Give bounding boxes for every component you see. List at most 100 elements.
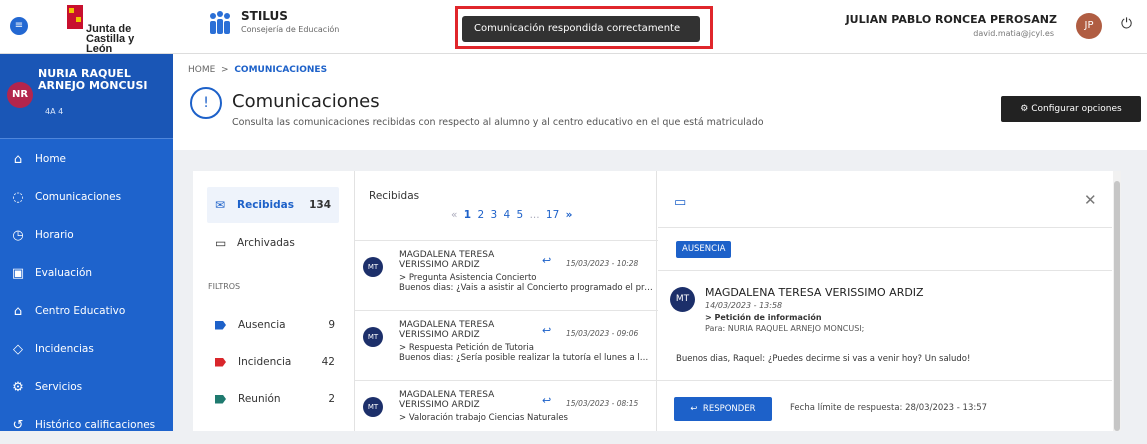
detail-date: 14/03/2023 - 13:58 xyxy=(705,301,783,310)
message-preview: Buenos dias: ¿Sería posible realizar la … xyxy=(399,353,653,363)
replied-icon: ↩ xyxy=(542,254,552,267)
message-subject: > Respuesta Petición de Tutoria xyxy=(399,343,534,353)
list-title: Recibidas xyxy=(369,190,420,202)
menu-icon[interactable]: ≡ xyxy=(10,17,28,35)
sidebar-item-evaluacion[interactable]: ▣ Evaluación xyxy=(0,254,173,292)
message-sender: MAGDALENA TERESA VERISSIMO ARDIZ xyxy=(399,250,495,270)
message-detail: ▭ ✕ AUSENCIA MT MAGDALENA TERESA VERISSI… xyxy=(658,171,1115,431)
list-item[interactable]: MT MAGDALENA TERESA VERISSIMO ARDIZ ↩ 15… xyxy=(355,310,658,380)
chat-icon: ◌ xyxy=(12,189,24,205)
folder-archivadas[interactable]: ▭ Archivadas xyxy=(207,225,339,261)
folder-recibidas[interactable]: ✉ Recibidas 134 xyxy=(207,187,339,223)
pager-page[interactable]: 3 xyxy=(490,209,497,221)
replied-icon: ↩ xyxy=(542,394,552,407)
user-avatar[interactable]: JP xyxy=(1076,13,1102,39)
scrollbar[interactable] xyxy=(1113,171,1121,431)
mail-icon: ✉ xyxy=(215,198,226,212)
sidebar-item-label: Centro Educativo xyxy=(35,305,126,317)
sender-avatar: MT xyxy=(363,397,383,417)
page-header: HOME > COMUNICACIONES ! Comunicaciones C… xyxy=(173,54,1147,150)
jcyl-logo[interactable]: Junta de Castilla y León xyxy=(66,4,146,55)
stilus-logo-icon xyxy=(210,11,230,34)
archive-icon[interactable]: ▭ xyxy=(674,195,686,210)
home-icon: ⌂ xyxy=(13,151,23,167)
folder-count: 134 xyxy=(309,199,331,211)
student-name: NURIA RAQUEL ARNEJO MONCUSI xyxy=(38,67,148,92)
pager-page[interactable]: 5 xyxy=(517,209,524,221)
reply-icon: ↩ xyxy=(690,404,698,414)
tag-icon xyxy=(215,394,226,404)
sidebar-item-incidencias[interactable]: ◇ Incidencias xyxy=(0,330,173,368)
gear-icon: ⚙ xyxy=(1020,104,1029,114)
pager-prev[interactable]: « xyxy=(451,209,457,221)
breadcrumb-separator: > xyxy=(221,65,229,75)
reply-deadline: Fecha límite de respuesta: 28/03/2023 - … xyxy=(790,403,988,413)
sidebar-nav: ⌂ Home ◌ Comunicaciones ◷ Horario ▣ Evaluaci… xyxy=(0,140,173,444)
sidebar-item-label: Evaluación xyxy=(35,267,93,279)
message-sender: MAGDALENA TERESA VERISSIMO ARDIZ xyxy=(399,320,495,340)
close-icon[interactable]: ✕ xyxy=(1084,191,1097,209)
pager-next[interactable]: » xyxy=(566,209,573,221)
sidebar-item-label: Horario xyxy=(35,229,74,241)
pager-page[interactable]: 2 xyxy=(477,209,484,221)
filter-reunion[interactable]: Reunión 2 xyxy=(215,389,335,409)
message-date: 15/03/2023 - 09:06 xyxy=(566,329,639,338)
sidebar-item-label: Servicios xyxy=(35,381,83,393)
logout-icon[interactable]: ⏻ xyxy=(1121,16,1132,32)
pager-ellipsis: ... xyxy=(529,209,540,221)
pager-page[interactable]: 4 xyxy=(504,209,511,221)
sidebar-item-label: Histórico calificaciones xyxy=(35,419,156,431)
pagination: « 1 2 3 4 5 ... 17 » xyxy=(451,209,572,221)
archive-icon: ▭ xyxy=(215,236,227,250)
pager-page[interactable]: 17 xyxy=(546,209,559,221)
pager-page[interactable]: 1 xyxy=(464,209,471,221)
filter-label: Reunión xyxy=(238,393,281,405)
detail-body: Buenos dias, Raquel: ¿Puedes decirme si … xyxy=(676,354,971,364)
student-group: 4A 4 xyxy=(45,107,64,116)
detail-recipient: Para: NURIA RAQUEL ARNEJO MONCUSI; xyxy=(705,324,865,333)
filter-count: 2 xyxy=(328,393,335,405)
message-preview: Buenos dias: ¿Vais a asistir al Conciert… xyxy=(399,283,653,293)
message-list: Recibidas « 1 2 3 4 5 ... 17 » MT MAGDAL… xyxy=(354,171,658,431)
sidebar-item-comunicaciones[interactable]: ◌ Comunicaciones xyxy=(0,178,173,216)
jcyl-logo-text: Junta de Castilla y León xyxy=(86,23,135,55)
sidebar-item-horario[interactable]: ◷ Horario xyxy=(0,216,173,254)
app-subtitle: Consejería de Educación xyxy=(241,25,340,34)
message-date: 15/03/2023 - 08:15 xyxy=(566,399,639,408)
list-item[interactable]: MT MAGDALENA TERESA VERISSIMO ARDIZ ↩ 15… xyxy=(355,240,658,310)
configure-options-label: Configurar opciones xyxy=(1031,104,1122,114)
breadcrumb-home[interactable]: HOME xyxy=(188,65,215,75)
filter-incidencia[interactable]: Incidencia 42 xyxy=(215,352,335,372)
filter-count: 42 xyxy=(321,356,335,368)
user-name[interactable]: JULIAN PABLO RONCEA PEROSANZ xyxy=(846,13,1057,26)
message-sender: MAGDALENA TERESA VERISSIMO ARDIZ xyxy=(399,390,495,410)
configure-options-button[interactable]: ⚙ Configurar opciones xyxy=(1001,96,1141,122)
toast-message: Comunicación respondida correctamente xyxy=(462,16,700,42)
page-subtitle: Consulta las comunicaciones recibidas co… xyxy=(232,117,764,128)
message-subject: > Pregunta Asistencia Concierto xyxy=(399,273,537,283)
divider xyxy=(658,227,1112,228)
folder-label: Recibidas xyxy=(237,199,294,211)
student-card[interactable]: NR NURIA RAQUEL ARNEJO MONCUSI 4A 4 xyxy=(0,54,173,139)
incident-icon: ◇ xyxy=(13,341,23,357)
sidebar: NR NURIA RAQUEL ARNEJO MONCUSI 4A 4 ⌂ Hom… xyxy=(0,54,173,433)
scrollbar-thumb[interactable] xyxy=(1114,181,1120,431)
detail-sender: MAGDALENA TERESA VERISSIMO ARDIZ xyxy=(705,286,924,299)
sidebar-item-centro-educativo[interactable]: ⌂ Centro Educativo xyxy=(0,292,173,330)
filter-label: Ausencia xyxy=(238,319,286,331)
tag-icon xyxy=(215,320,226,330)
tag-icon xyxy=(215,357,226,367)
filter-ausencia[interactable]: Ausencia 9 xyxy=(215,315,335,335)
school-icon: ⌂ xyxy=(13,303,23,319)
sidebar-item-label: Incidencias xyxy=(35,343,94,355)
sidebar-item-historico[interactable]: ↺ Histórico calificaciones xyxy=(0,406,173,444)
sidebar-item-servicios[interactable]: ⚙ Servicios xyxy=(0,368,173,406)
list-item[interactable]: MT MAGDALENA TERESA VERISSIMO ARDIZ ↩ 15… xyxy=(355,380,658,431)
filter-label: Incidencia xyxy=(238,356,292,368)
filter-count: 9 xyxy=(328,319,335,331)
reply-button[interactable]: ↩ RESPONDER xyxy=(674,397,772,421)
top-bar: ≡ Junta de Castilla y León STILUS Conseje… xyxy=(0,0,1147,55)
app-name: STILUS xyxy=(241,9,288,23)
sender-avatar: MT xyxy=(363,327,383,347)
sidebar-item-home[interactable]: ⌂ Home xyxy=(0,140,173,178)
